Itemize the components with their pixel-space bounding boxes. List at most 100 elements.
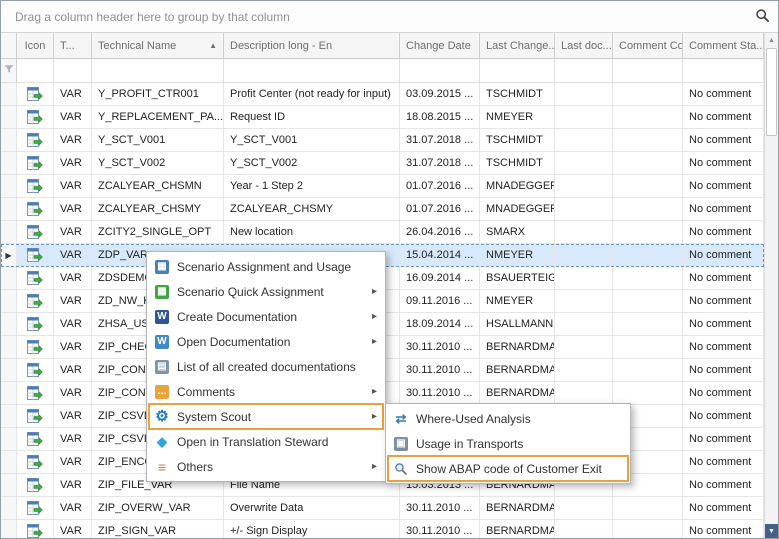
cell-last-doc[interactable]	[555, 359, 613, 381]
cell-comment-status[interactable]: No comment	[683, 520, 764, 538]
cell-comment-status[interactable]: No comment	[683, 244, 764, 266]
cell-change-date[interactable]: 30.11.2010 ...	[400, 382, 480, 404]
cell-comment-status[interactable]: No comment	[683, 497, 764, 519]
cell-last-doc[interactable]	[555, 244, 613, 266]
column-header-change-date[interactable]: Change Date	[400, 33, 480, 58]
cell-last-doc[interactable]	[555, 382, 613, 404]
menu-item-where-used-analysis[interactable]: ⇄Where-Used Analysis	[388, 406, 628, 431]
cell-change-date[interactable]: 31.07.2018 ...	[400, 129, 480, 151]
cell-technical-name[interactable]: ZIP_SIGN_VAR	[92, 520, 224, 538]
cell-comment-status[interactable]: No comment	[683, 474, 764, 496]
cell-type[interactable]: VAR	[54, 83, 92, 105]
cell-type[interactable]: VAR	[54, 106, 92, 128]
column-header-last-change[interactable]: Last Change...	[480, 33, 555, 58]
variable-sheet-icon[interactable]	[17, 359, 54, 381]
cell-type[interactable]: VAR	[54, 451, 92, 473]
cell-last-doc[interactable]	[555, 497, 613, 519]
cell-comment-count[interactable]	[613, 129, 683, 151]
table-row[interactable]: VARZCALYEAR_CHSMYZCALYEAR_CHSMY01.07.201…	[1, 198, 764, 221]
filter-cell-type[interactable]	[54, 59, 92, 82]
cell-change-date[interactable]: 15.04.2014 ...	[400, 244, 480, 266]
filter-cell-last-change[interactable]	[480, 59, 555, 82]
cell-description[interactable]: Profit Center (not ready for input)	[224, 83, 400, 105]
variable-sheet-icon[interactable]	[17, 221, 54, 243]
variable-sheet-icon[interactable]	[17, 267, 54, 289]
cell-type[interactable]: VAR	[54, 198, 92, 220]
cell-last-doc[interactable]	[555, 290, 613, 312]
cell-type[interactable]: VAR	[54, 221, 92, 243]
cell-last-changed-by[interactable]: TSCHMIDT	[480, 83, 555, 105]
cell-last-changed-by[interactable]: NMEYER	[480, 106, 555, 128]
table-row[interactable]: VARZIP_OVERW_VAROverwrite Data30.11.2010…	[1, 497, 764, 520]
filter-cell-comment-count[interactable]	[613, 59, 683, 82]
menu-item-comments[interactable]: …Comments▸	[149, 379, 383, 404]
scroll-down-arrow-icon[interactable]: ▼	[765, 524, 778, 538]
column-header-last-doc[interactable]: Last doc...	[555, 33, 613, 58]
cell-comment-status[interactable]: No comment	[683, 129, 764, 151]
variable-sheet-icon[interactable]	[17, 290, 54, 312]
cell-comment-count[interactable]	[613, 244, 683, 266]
cell-technical-name[interactable]: ZCITY2_SINGLE_OPT	[92, 221, 224, 243]
cell-description[interactable]: Year - 1 Step 2	[224, 175, 400, 197]
menu-item-open-documentation[interactable]: WOpen Documentation▸	[149, 329, 383, 354]
cell-type[interactable]: VAR	[54, 382, 92, 404]
cell-last-changed-by[interactable]: NMEYER	[480, 244, 555, 266]
filter-cell-change-date[interactable]	[400, 59, 480, 82]
variable-sheet-icon[interactable]	[17, 244, 54, 266]
cell-description[interactable]: New location	[224, 221, 400, 243]
cell-last-doc[interactable]	[555, 129, 613, 151]
cell-last-changed-by[interactable]: BERNARDMA	[480, 497, 555, 519]
cell-last-changed-by[interactable]: BSAUERTEIG	[480, 267, 555, 289]
cell-comment-status[interactable]: No comment	[683, 382, 764, 404]
cell-type[interactable]: VAR	[54, 313, 92, 335]
cell-last-doc[interactable]	[555, 221, 613, 243]
column-header-comment-status[interactable]: Comment Sta...	[683, 33, 764, 58]
column-header-technical-name[interactable]: Technical Name ▲	[92, 33, 224, 58]
column-header-description[interactable]: Description long - En	[224, 33, 400, 58]
cell-comment-status[interactable]: No comment	[683, 336, 764, 358]
cell-type[interactable]: VAR	[54, 244, 92, 266]
cell-description[interactable]: Y_SCT_V002	[224, 152, 400, 174]
variable-sheet-icon[interactable]	[17, 313, 54, 335]
cell-last-changed-by[interactable]: MNADEGGER	[480, 198, 555, 220]
cell-comment-status[interactable]: No comment	[683, 175, 764, 197]
cell-type[interactable]: VAR	[54, 336, 92, 358]
cell-technical-name[interactable]: Y_REPLACEMENT_PA...	[92, 106, 224, 128]
cell-type[interactable]: VAR	[54, 175, 92, 197]
variable-sheet-icon[interactable]	[17, 451, 54, 473]
column-header-icon[interactable]: Icon	[17, 33, 54, 58]
variable-sheet-icon[interactable]	[17, 474, 54, 496]
menu-item-scenario-quick-assignment[interactable]: ▦Scenario Quick Assignment▸	[149, 279, 383, 304]
cell-type[interactable]: VAR	[54, 152, 92, 174]
column-header-comment-count[interactable]: Comment Co...	[613, 33, 683, 58]
cell-technical-name[interactable]: Y_SCT_V002	[92, 152, 224, 174]
cell-last-changed-by[interactable]: BERNARDMA	[480, 336, 555, 358]
cell-change-date[interactable]: 31.07.2018 ...	[400, 152, 480, 174]
cell-type[interactable]: VAR	[54, 520, 92, 538]
cell-last-changed-by[interactable]: BERNARDMA	[480, 382, 555, 404]
menu-item-others[interactable]: ≡Others▸	[149, 454, 383, 479]
cell-type[interactable]: VAR	[54, 359, 92, 381]
cell-type[interactable]: VAR	[54, 474, 92, 496]
cell-type[interactable]: VAR	[54, 290, 92, 312]
cell-last-doc[interactable]	[555, 520, 613, 538]
variable-sheet-icon[interactable]	[17, 152, 54, 174]
scrollbar-thumb[interactable]	[766, 48, 777, 136]
cell-comment-status[interactable]: No comment	[683, 451, 764, 473]
filter-cell-last-doc[interactable]	[555, 59, 613, 82]
cell-comment-status[interactable]: No comment	[683, 267, 764, 289]
cell-last-doc[interactable]	[555, 336, 613, 358]
cell-description[interactable]: Y_SCT_V001	[224, 129, 400, 151]
cell-change-date[interactable]: 18.09.2014 ...	[400, 313, 480, 335]
cell-type[interactable]: VAR	[54, 405, 92, 427]
cell-type[interactable]: VAR	[54, 428, 92, 450]
menu-item-list-of-all-created-documentations[interactable]: ▤List of all created documentations	[149, 354, 383, 379]
variable-sheet-icon[interactable]	[17, 83, 54, 105]
table-row[interactable]: VARY_SCT_V002Y_SCT_V00231.07.2018 ...TSC…	[1, 152, 764, 175]
variable-sheet-icon[interactable]	[17, 129, 54, 151]
cell-comment-count[interactable]	[613, 198, 683, 220]
cell-technical-name[interactable]: ZIP_OVERW_VAR	[92, 497, 224, 519]
group-by-panel[interactable]: Drag a column header here to group by th…	[1, 1, 778, 33]
table-row[interactable]: VARZCITY2_SINGLE_OPTNew location26.04.20…	[1, 221, 764, 244]
cell-comment-status[interactable]: No comment	[683, 221, 764, 243]
